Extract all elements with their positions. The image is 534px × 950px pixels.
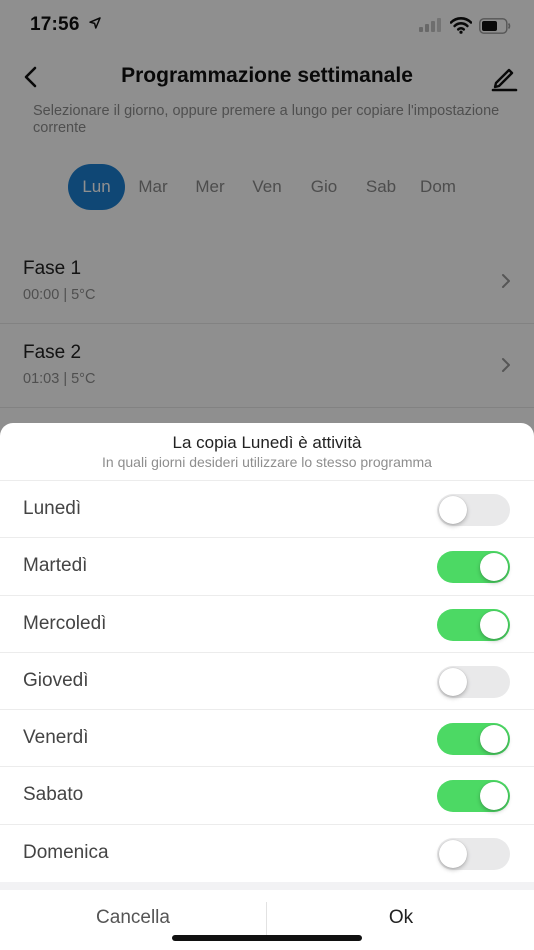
toggle-knob xyxy=(480,553,508,582)
ok-button[interactable]: Ok xyxy=(268,890,534,950)
day-toggle-row: Martedì xyxy=(0,538,534,596)
day-toggle-row: Mercoledì xyxy=(0,596,534,653)
copy-days-sheet: La copia Lunedì è attività In quali gior… xyxy=(0,423,534,950)
day-toggle-label: Venerdì xyxy=(23,727,89,749)
day-toggle-list: Lunedì Martedì Mercoledì Giovedì Venerdì Saba… xyxy=(0,481,534,882)
divider xyxy=(0,882,534,890)
day-toggle-label: Mercoledì xyxy=(23,612,107,634)
sheet-actions: Cancella Ok xyxy=(0,890,534,950)
day-toggle-switch[interactable] xyxy=(437,494,510,526)
day-toggle-row: Sabato xyxy=(0,767,534,825)
sheet-subtitle: In quali giorni desideri utilizzare lo s… xyxy=(102,454,432,470)
toggle-knob xyxy=(480,782,508,811)
day-toggle-switch[interactable] xyxy=(437,665,510,698)
day-toggle-row: Giovedì xyxy=(0,653,534,711)
day-toggle-switch[interactable] xyxy=(437,837,510,870)
toggle-knob xyxy=(439,496,467,524)
cancel-button[interactable]: Cancella xyxy=(0,890,266,950)
divider xyxy=(266,902,267,938)
day-toggle-row: Lunedì xyxy=(0,481,534,539)
home-indicator xyxy=(172,935,362,941)
toggle-knob xyxy=(480,725,508,754)
day-toggle-switch[interactable] xyxy=(437,608,510,641)
day-toggle-row: Domenica xyxy=(0,825,534,882)
day-toggle-label: Martedì xyxy=(23,555,88,577)
day-toggle-label: Lunedì xyxy=(23,498,82,519)
day-toggle-switch[interactable] xyxy=(437,551,510,584)
day-toggle-switch[interactable] xyxy=(437,780,510,813)
day-toggle-row: Venerdì xyxy=(0,710,534,768)
toggle-knob xyxy=(480,610,508,639)
day-toggle-label: Sabato xyxy=(23,784,84,806)
toggle-knob xyxy=(439,667,467,696)
day-toggle-switch[interactable] xyxy=(437,723,510,756)
day-toggle-label: Domenica xyxy=(23,841,109,863)
toggle-knob xyxy=(439,839,467,868)
day-toggle-label: Giovedì xyxy=(23,669,89,691)
sheet-title: La copia Lunedì è attività xyxy=(172,433,362,452)
